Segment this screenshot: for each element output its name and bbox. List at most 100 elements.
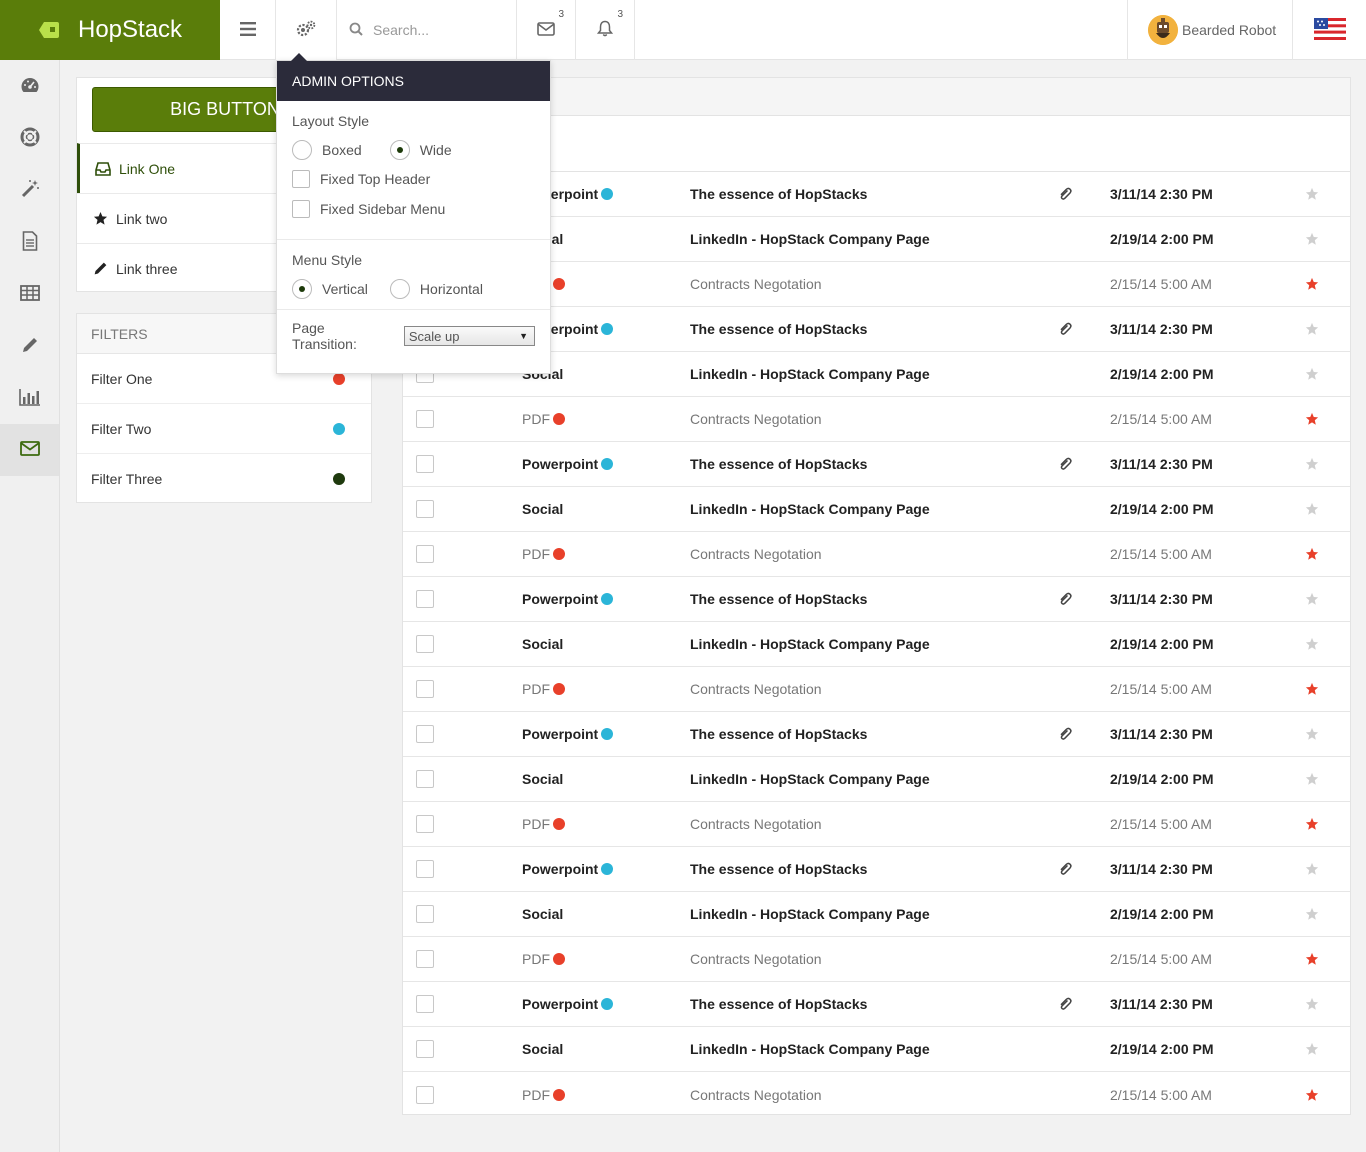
mail-row[interactable]: PDF Contracts Negotation 2/15/14 5:00 AM xyxy=(403,532,1350,577)
star-icon[interactable] xyxy=(1305,862,1319,876)
mail-subject[interactable]: The essence of HopStacks xyxy=(690,861,867,877)
star-icon[interactable] xyxy=(1305,547,1319,561)
filter-item[interactable]: Filter Two xyxy=(77,404,371,454)
mail-subject[interactable]: LinkedIn - HopStack Company Page xyxy=(690,771,930,787)
mail-row[interactable]: Social LinkedIn - HopStack Company Page 2/… xyxy=(403,1027,1350,1072)
mail-subject[interactable]: Contracts Negotation xyxy=(690,681,822,697)
admin-options-button[interactable] xyxy=(276,0,337,60)
user-menu[interactable]: Bearded Robot xyxy=(1128,0,1293,60)
sidebar-item-charts[interactable] xyxy=(0,372,59,424)
star-icon[interactable] xyxy=(1305,412,1319,426)
row-checkbox[interactable] xyxy=(416,950,434,968)
sidebar-item-forms[interactable] xyxy=(0,320,59,372)
messages-button[interactable]: 3 xyxy=(517,0,576,60)
row-checkbox[interactable] xyxy=(416,770,434,788)
mail-subject[interactable]: The essence of HopStacks xyxy=(690,996,867,1012)
row-checkbox[interactable] xyxy=(416,815,434,833)
mail-subject[interactable]: The essence of HopStacks xyxy=(690,591,867,607)
mail-subject[interactable]: The essence of HopStacks xyxy=(690,186,867,202)
star-icon[interactable] xyxy=(1305,367,1319,381)
vertical-radio[interactable] xyxy=(292,279,312,299)
star-icon[interactable] xyxy=(1305,502,1319,516)
star-icon[interactable] xyxy=(1305,907,1319,921)
row-checkbox[interactable] xyxy=(416,500,434,518)
mail-row[interactable]: Powerpoint The essence of HopStacks 3/11/1… xyxy=(403,577,1350,622)
mail-subject[interactable]: LinkedIn - HopStack Company Page xyxy=(690,906,930,922)
mail-row[interactable]: PDF Contracts Negotation 2/15/14 5:00 AM xyxy=(403,937,1350,982)
star-icon[interactable] xyxy=(1305,637,1319,651)
mail-row[interactable]: Social LinkedIn - HopStack Company Page 2/… xyxy=(403,487,1350,532)
star-icon[interactable] xyxy=(1305,232,1319,246)
mail-subject[interactable]: The essence of HopStacks xyxy=(690,321,867,337)
row-checkbox[interactable] xyxy=(416,545,434,563)
notifications-button[interactable]: 3 xyxy=(576,0,635,60)
fixed-top-header-checkbox[interactable] xyxy=(292,170,310,188)
fixed-sidebar-menu-checkbox[interactable] xyxy=(292,200,310,218)
mail-subject[interactable]: LinkedIn - HopStack Company Page xyxy=(690,1041,930,1057)
language-selector[interactable] xyxy=(1293,0,1366,60)
row-checkbox[interactable] xyxy=(416,905,434,923)
star-icon[interactable] xyxy=(1305,997,1319,1011)
star-icon[interactable] xyxy=(1305,1088,1319,1102)
star-icon[interactable] xyxy=(1305,1042,1319,1056)
star-icon[interactable] xyxy=(1305,952,1319,966)
mail-row[interactable]: PDF Contracts Negotation 2/15/14 5:00 AM xyxy=(403,397,1350,442)
brand[interactable]: HopStack xyxy=(0,0,220,60)
row-checkbox[interactable] xyxy=(416,590,434,608)
row-checkbox[interactable] xyxy=(416,1040,434,1058)
paperclip-icon xyxy=(1058,457,1072,471)
star-icon[interactable] xyxy=(1305,322,1319,336)
star-icon[interactable] xyxy=(1305,592,1319,606)
star-icon[interactable] xyxy=(1305,772,1319,786)
horizontal-radio[interactable] xyxy=(389,279,410,299)
mail-row[interactable]: Social LinkedIn - HopStack Company Page 2/… xyxy=(403,622,1350,667)
mail-row[interactable]: PDF Contracts Negotation 2/15/14 5:00 AM xyxy=(403,1072,1350,1117)
star-icon[interactable] xyxy=(1305,187,1319,201)
mail-subject[interactable]: Contracts Negotation xyxy=(690,276,822,292)
mail-row[interactable]: Powerpoint The essence of HopStacks 3/11/1… xyxy=(403,712,1350,757)
mail-subject[interactable]: Contracts Negotation xyxy=(690,411,822,427)
sidebar-item-magic[interactable] xyxy=(0,164,59,216)
search-input[interactable] xyxy=(373,22,513,38)
row-checkbox[interactable] xyxy=(416,725,434,743)
mail-subject[interactable]: The essence of HopStacks xyxy=(690,456,867,472)
mail-subject[interactable]: Contracts Negotation xyxy=(690,816,822,832)
row-checkbox[interactable] xyxy=(416,410,434,428)
star-icon[interactable] xyxy=(1305,682,1319,696)
sidebar-item-tables[interactable] xyxy=(0,268,59,320)
mail-row[interactable]: Powerpoint The essence of HopStacks 3/11/1… xyxy=(403,442,1350,487)
mail-row[interactable]: PDF Contracts Negotation 2/15/14 5:00 AM xyxy=(403,667,1350,712)
sidebar-item-support[interactable] xyxy=(0,112,59,164)
sidebar-item-mail[interactable] xyxy=(0,424,59,476)
wide-radio[interactable] xyxy=(389,140,410,160)
row-checkbox[interactable] xyxy=(416,1085,434,1104)
sidebar-item-dashboard[interactable] xyxy=(0,60,59,112)
row-checkbox[interactable] xyxy=(416,995,434,1013)
star-icon[interactable] xyxy=(1305,727,1319,741)
sidebar-item-documents[interactable] xyxy=(0,216,59,268)
row-checkbox[interactable] xyxy=(416,635,434,653)
boxed-radio[interactable] xyxy=(292,140,312,160)
filter-item[interactable]: Filter Three xyxy=(77,454,371,504)
mail-subject[interactable]: LinkedIn - HopStack Company Page xyxy=(690,231,930,247)
star-icon[interactable] xyxy=(1305,277,1319,291)
mail-row[interactable]: Powerpoint The essence of HopStacks 3/11/1… xyxy=(403,847,1350,892)
row-checkbox[interactable] xyxy=(416,680,434,698)
mail-row[interactable]: PDF Contracts Negotation 2/15/14 5:00 AM xyxy=(403,802,1350,847)
star-icon[interactable] xyxy=(1305,457,1319,471)
row-checkbox[interactable] xyxy=(416,455,434,473)
mail-subject[interactable]: LinkedIn - HopStack Company Page xyxy=(690,366,930,382)
mail-subject[interactable]: Contracts Negotation xyxy=(690,546,822,562)
mail-subject[interactable]: LinkedIn - HopStack Company Page xyxy=(690,636,930,652)
star-icon[interactable] xyxy=(1305,817,1319,831)
mail-row[interactable]: Social LinkedIn - HopStack Company Page 2/… xyxy=(403,757,1350,802)
row-checkbox[interactable] xyxy=(416,860,434,878)
mail-row[interactable]: Social LinkedIn - HopStack Company Page 2/… xyxy=(403,892,1350,937)
mail-row[interactable]: Powerpoint The essence of HopStacks 3/11/1… xyxy=(403,982,1350,1027)
mail-subject[interactable]: The essence of HopStacks xyxy=(690,726,867,742)
mail-subject[interactable]: LinkedIn - HopStack Company Page xyxy=(690,501,930,517)
page-transition-select[interactable]: Scale up ▼ xyxy=(403,326,535,346)
menu-toggle-button[interactable] xyxy=(220,0,276,60)
mail-subject[interactable]: Contracts Negotation xyxy=(690,1087,822,1103)
mail-subject[interactable]: Contracts Negotation xyxy=(690,951,822,967)
